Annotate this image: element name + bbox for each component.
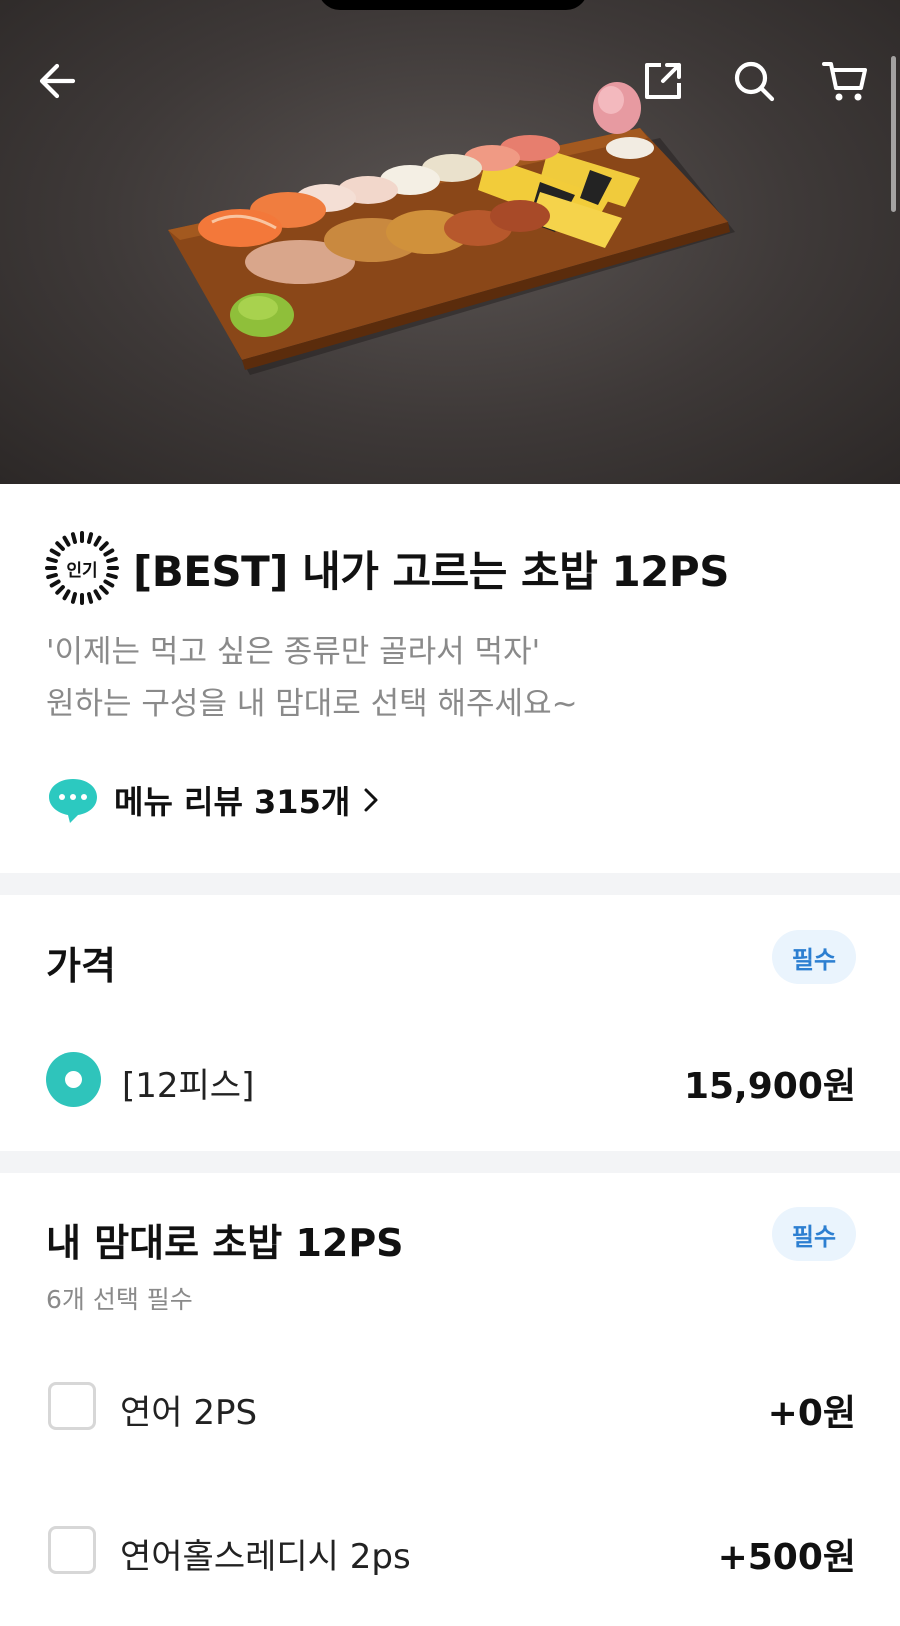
back-button[interactable] (30, 54, 84, 108)
required-badge: 필수 (772, 930, 856, 984)
required-badge: 필수 (772, 1207, 856, 1261)
choice-section-subtitle: 6개 선택 필수 (46, 1285, 193, 1314)
price-option-label: [12피스] (122, 1066, 255, 1106)
arrow-left-icon (39, 63, 76, 99)
search-icon (734, 61, 775, 102)
popular-badge: 인기 (45, 531, 119, 605)
section-divider (0, 873, 900, 895)
option-price-salmon-horseradish: +500원 (717, 1537, 856, 1578)
option-checkbox-salmon[interactable] (48, 1382, 96, 1430)
product-image (0, 0, 900, 484)
option-price-salmon: +0원 (767, 1393, 856, 1434)
option-label-salmon: 연어 2PS (120, 1393, 258, 1433)
search-button[interactable] (727, 54, 781, 108)
option-checkbox-salmon-horseradish[interactable] (48, 1526, 96, 1574)
product-description-line-2: 원하는 구성을 내 맘대로 선택 해주세요~ (46, 686, 578, 722)
option-label-salmon-horseradish: 연어홀스레디시 2ps (120, 1537, 411, 1577)
chevron-right-icon (364, 788, 378, 812)
popular-badge-label: 인기 (66, 560, 98, 581)
menu-review-link[interactable]: 메뉴 리뷰 315개 (46, 774, 382, 826)
product-description-line-1: '이제는 먹고 싶은 종류만 골라서 먹자' (46, 634, 541, 670)
cart-icon (822, 62, 867, 101)
cart-button[interactable] (818, 54, 872, 108)
price-section-title: 가격 (46, 944, 116, 988)
price-option-price: 15,900원 (683, 1066, 856, 1107)
section-divider (0, 1151, 900, 1173)
choice-section-title: 내 맘대로 초밥 12PS (46, 1221, 404, 1265)
product-title: [BEST] 내가 고르는 초밥 12PS (133, 547, 729, 596)
review-link-label: 메뉴 리뷰 315개 (114, 783, 351, 821)
price-option-radio[interactable] (46, 1052, 101, 1107)
camera-notch (318, 0, 588, 10)
speech-bubble-icon (49, 779, 97, 823)
share-button[interactable] (636, 54, 690, 108)
scrollbar[interactable] (891, 56, 896, 212)
share-icon (645, 63, 681, 99)
